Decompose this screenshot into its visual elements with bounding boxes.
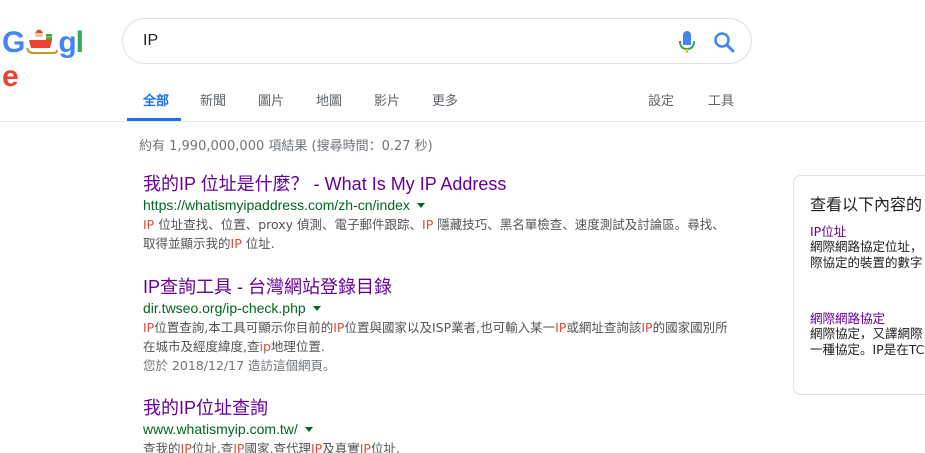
result-title-link[interactable]: IP查詢工具 - 台灣網站登錄目錄 <box>143 276 733 298</box>
result-title-link[interactable]: 我的IP位址查詢 <box>143 397 733 419</box>
tab-settings[interactable]: 設定 <box>648 90 674 109</box>
tab-videos[interactable]: 影片 <box>374 90 400 109</box>
snippet-highlight: IP <box>641 320 653 335</box>
tab-tools[interactable]: 工具 <box>708 90 734 109</box>
result-stats: 約有 1,990,000,000 項結果 (搜尋時間：0.27 秒) <box>139 139 433 154</box>
snippet-text: 及真實 <box>322 441 360 453</box>
search-result: IP查詢工具 - 台灣網站登錄目錄 dir.twseo.org/ip-check… <box>143 276 733 375</box>
snippet-text: 或網址查詢該 <box>566 320 642 335</box>
active-tab-indicator <box>127 118 181 121</box>
snippet-text: 的國家國 <box>652 320 703 335</box>
tab-all[interactable]: 全部 <box>143 90 169 109</box>
knowledge-panel-title: 查看以下內容的 <box>810 195 923 214</box>
result-url: www.whatismyip.com.tw/ <box>143 419 733 439</box>
search-result: 我的IP位址查詢 www.whatismyip.com.tw/ 查我的IP位址,… <box>143 397 733 453</box>
snippet-highlight: IP <box>359 441 371 453</box>
kp-item-internet-protocol-desc-2: 一種協定。IP是在TC <box>810 342 925 357</box>
kp-item-ip-address-desc-2: 際協定的裝置的數字 <box>810 255 923 270</box>
result-snippet: 查我的IP位址,查IP國家,查代理IP及真實IP位址. <box>143 439 733 453</box>
tab-more[interactable]: 更多 <box>432 90 458 109</box>
snippet-highlight: ip <box>259 339 271 354</box>
snippet-text: 隱藏技巧、黑名單檢查、速度測試及討論區。尋 <box>433 217 700 232</box>
tab-images[interactable]: 圖片 <box>258 90 284 109</box>
result-url-text: https://whatismyipaddress.com/zh-cn/inde… <box>143 197 410 213</box>
result-url: dir.twseo.org/ip-check.php <box>143 298 733 318</box>
logo-letter-g: G <box>2 26 25 59</box>
result-url: https://whatismyipaddress.com/zh-cn/inde… <box>143 195 733 215</box>
snippet-text: 查我的 <box>143 441 181 453</box>
santa-sleigh-icon <box>26 28 59 54</box>
result-snippet: IP位置查詢,本工具可顯示你目前的IP位置與國家以及ISP業者,也可輸入某一IP… <box>143 318 733 356</box>
snippet-text: 位址,查 <box>191 441 234 453</box>
tab-news[interactable]: 新聞 <box>200 90 226 109</box>
snippet-text: 國家,查代理 <box>244 441 311 453</box>
result-url-text: www.whatismyip.com.tw/ <box>143 421 298 437</box>
snippet-highlight: IP <box>143 320 155 335</box>
url-dropdown-caret-icon[interactable] <box>312 306 321 311</box>
search-box <box>122 18 752 64</box>
snippet-text: 地理位置. <box>270 339 325 354</box>
snippet-text: 位址. <box>370 441 400 453</box>
knowledge-panel: 查看以下內容的 IP位址 網際網路協定位址， 際協定的裝置的數字 網際網路協定 … <box>793 175 925 395</box>
mic-icon[interactable] <box>676 30 698 54</box>
result-title-link[interactable]: 我的IP 位址是什麼？ - What Is My IP Address <box>143 173 733 195</box>
search-icon[interactable] <box>713 31 735 53</box>
result-snippet: IP 位址查找、位置、proxy 偵測、電子郵件跟踪、IP 隱藏技巧、黑名單檢查… <box>143 215 733 253</box>
search-result: 我的IP 位址是什麼？ - What Is My IP Address http… <box>143 173 733 253</box>
snippet-highlight: IP <box>230 236 242 251</box>
tab-maps[interactable]: 地圖 <box>316 90 342 109</box>
url-dropdown-caret-icon[interactable] <box>304 427 313 432</box>
snippet-text: 位址查找、位置、proxy 偵測、電子郵件跟踪、 <box>154 217 423 232</box>
url-dropdown-caret-icon[interactable] <box>416 203 425 208</box>
snippet-highlight: IP <box>180 441 192 453</box>
snippet-highlight: IP <box>333 320 345 335</box>
result-url-text: dir.twseo.org/ip-check.php <box>143 300 306 316</box>
snippet-highlight: IP <box>422 217 434 232</box>
snippet-text: 位置查詢,本工具可顯示你目前的 <box>154 320 334 335</box>
logo-letter-g2: g <box>58 26 76 59</box>
visited-note: 您於 2018/12/17 造訪這個網頁。 <box>143 358 336 373</box>
snippet-text: 位址. <box>241 236 275 251</box>
snippet-text: 位置與國家以及ISP業者,也可輸入某一 <box>344 320 556 335</box>
logo-letter-l: l <box>75 26 84 59</box>
snippet-highlight: IP <box>233 441 245 453</box>
snippet-highlight: IP <box>310 441 323 453</box>
google-doodle-logo[interactable]: G gle <box>2 26 98 93</box>
search-input[interactable] <box>143 29 663 53</box>
snippet-highlight: IP <box>143 217 155 232</box>
snippet-highlight: IP <box>555 320 567 335</box>
search-tabs: 全部 新聞 圖片 地圖 影片 更多 設定 工具 <box>0 80 925 122</box>
